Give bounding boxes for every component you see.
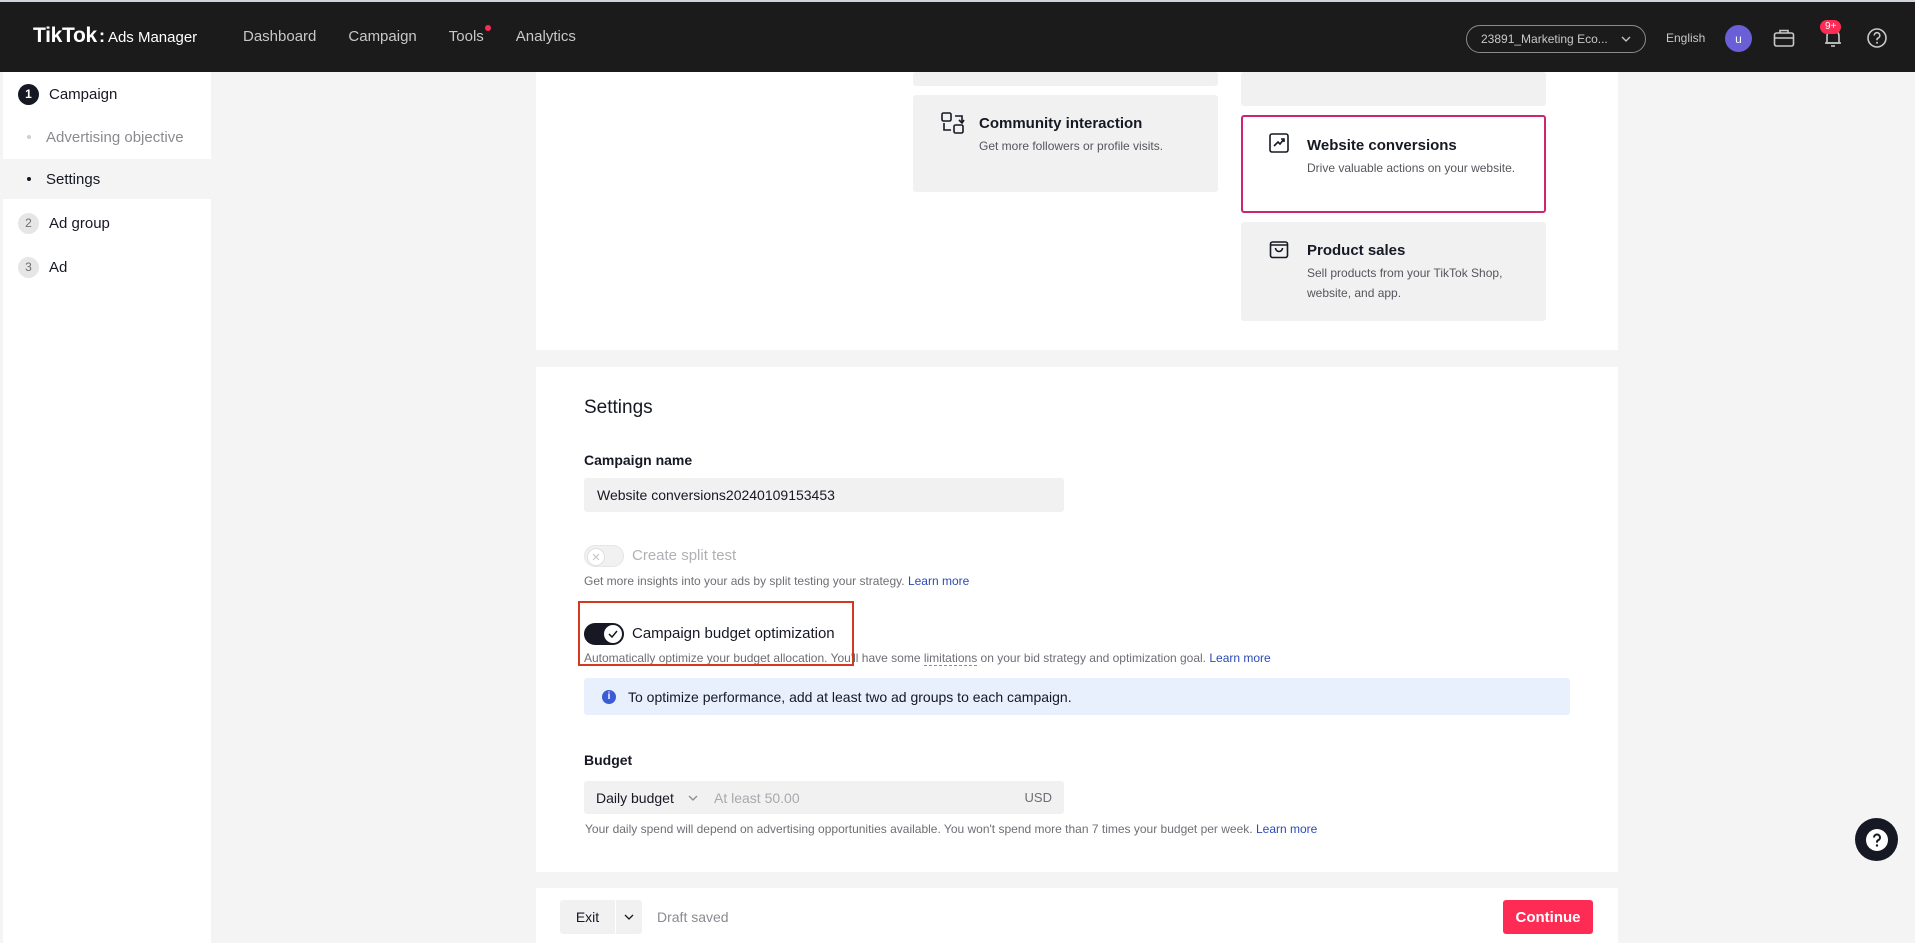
objective-panel: Community interaction Get more followers…	[536, 72, 1618, 350]
split-test-hint-text: Get more insights into your ads by split…	[584, 574, 905, 588]
budget-type-select[interactable]: Daily budget	[584, 790, 712, 806]
step-number: 3	[18, 256, 39, 278]
objective-description: Drive valuable actions on your website.	[1307, 161, 1516, 175]
nav-campaign[interactable]: Campaign	[348, 28, 416, 45]
step-number: 2	[18, 212, 39, 234]
logo-brand: TikTok	[33, 24, 97, 47]
chevron-down-icon	[1621, 36, 1631, 42]
settings-title: Settings	[584, 397, 653, 418]
main-nav: Dashboard Campaign Tools Analytics	[243, 25, 576, 45]
question-icon	[1865, 828, 1888, 851]
chevron-down-icon	[688, 795, 698, 801]
shopping-bag-icon	[1269, 238, 1295, 264]
avatar[interactable]: u	[1725, 25, 1752, 52]
budget-hint-text: Your daily spend will depend on advertis…	[585, 822, 1253, 836]
exit-button-group: Exit	[560, 900, 642, 934]
objective-title: Website conversions	[1307, 137, 1457, 154]
campaign-steps-sidebar: 1 Campaign Advertising objective Setting…	[3, 72, 211, 943]
learn-more-link[interactable]: Learn more	[1209, 651, 1270, 665]
budget-currency: USD	[1024, 790, 1052, 805]
nav-tools-label: Tools	[448, 28, 484, 45]
highlight-annotation	[578, 601, 854, 666]
info-banner-text: To optimize performance, add at least tw…	[628, 688, 1072, 705]
step-label: Ad group	[49, 214, 110, 232]
close-icon	[592, 553, 600, 561]
objective-description: Sell products from your TikTok Shop, web…	[1307, 266, 1503, 300]
substep-advertising-objective[interactable]: Advertising objective	[3, 117, 211, 157]
nav-tools[interactable]: Tools	[448, 25, 491, 45]
exit-options-button[interactable]	[616, 914, 642, 920]
briefcase-icon[interactable]	[1771, 25, 1797, 51]
objective-card-website-conversions[interactable]: Website conversions Drive valuable actio…	[1241, 115, 1546, 213]
objective-title: Community interaction	[979, 115, 1143, 132]
objective-card-product-sales[interactable]: Product sales Sell products from your Ti…	[1241, 222, 1546, 321]
footer-bar: Exit Draft saved Continue	[536, 888, 1618, 943]
split-test-toggle[interactable]	[584, 545, 624, 567]
step-ad[interactable]: 3 Ad	[3, 247, 211, 287]
logo-product: Ads Manager	[107, 29, 198, 46]
nav-dashboard[interactable]: Dashboard	[243, 28, 316, 45]
budget-label: Budget	[584, 752, 633, 768]
campaign-name-label: Campaign name	[584, 452, 693, 468]
step-label: Campaign	[49, 85, 118, 103]
nav-tools-dot	[484, 25, 491, 31]
tiktok-ads-manager-logo[interactable]: TikTok : Ads Manager	[33, 24, 197, 48]
learn-more-link[interactable]: Learn more	[908, 574, 969, 588]
draft-status: Draft saved	[657, 909, 729, 925]
substep-bullet	[27, 135, 31, 139]
logo-separator: :	[98, 26, 105, 46]
objective-card-community-interaction[interactable]: Community interaction Get more followers…	[913, 95, 1218, 192]
community-interaction-icon	[941, 112, 967, 138]
substep-label: Settings	[46, 170, 101, 188]
info-icon: i	[602, 689, 616, 704]
objective-card-partial[interactable]	[913, 72, 1218, 86]
chevron-down-icon	[624, 914, 634, 920]
step-ad-group[interactable]: 2 Ad group	[3, 203, 211, 243]
cbo-hint-text-end: on your bid strategy and optimization go…	[980, 651, 1207, 665]
budget-amount-input[interactable]: At least 50.00	[712, 790, 1025, 806]
continue-button[interactable]: Continue	[1503, 900, 1593, 934]
notification-badge: 9+	[1820, 20, 1842, 34]
account-name: 23891_Marketing Eco...	[1481, 32, 1608, 46]
learn-more-link[interactable]: Learn more	[1256, 822, 1317, 836]
substep-bullet	[27, 177, 31, 181]
info-banner: i To optimize performance, add at least …	[584, 678, 1570, 715]
exit-button[interactable]: Exit	[560, 900, 616, 934]
language-selector[interactable]: English	[1666, 31, 1705, 45]
top-navigation-bar: TikTok : Ads Manager Dashboard Campaign …	[0, 0, 1915, 72]
help-button[interactable]	[1855, 818, 1898, 861]
split-test-label: Create split test	[632, 547, 737, 564]
budget-type-value: Daily budget	[596, 789, 674, 806]
toggle-knob	[587, 548, 605, 566]
objective-card-partial[interactable]	[1241, 72, 1546, 106]
trend-chart-icon	[1269, 133, 1295, 159]
substep-settings[interactable]: Settings	[3, 159, 211, 199]
split-test-hint: Get more insights into your ads by split…	[584, 574, 969, 588]
budget-hint: Your daily spend will depend on advertis…	[585, 822, 1317, 836]
step-label: Ad	[49, 258, 68, 276]
account-selector[interactable]: 23891_Marketing Eco...	[1466, 25, 1646, 53]
limitations-tooltip-trigger[interactable]: limitations	[923, 651, 978, 666]
help-circle-icon[interactable]	[1864, 25, 1890, 51]
nav-analytics[interactable]: Analytics	[516, 28, 576, 45]
budget-field: Daily budget At least 50.00 USD	[584, 781, 1064, 814]
objective-description: Get more followers or profile visits.	[979, 139, 1164, 153]
step-campaign[interactable]: 1 Campaign	[3, 74, 211, 114]
substep-label: Advertising objective	[46, 128, 184, 146]
campaign-name-input[interactable]	[584, 478, 1064, 512]
step-number: 1	[18, 83, 39, 105]
objective-title: Product sales	[1307, 242, 1406, 259]
